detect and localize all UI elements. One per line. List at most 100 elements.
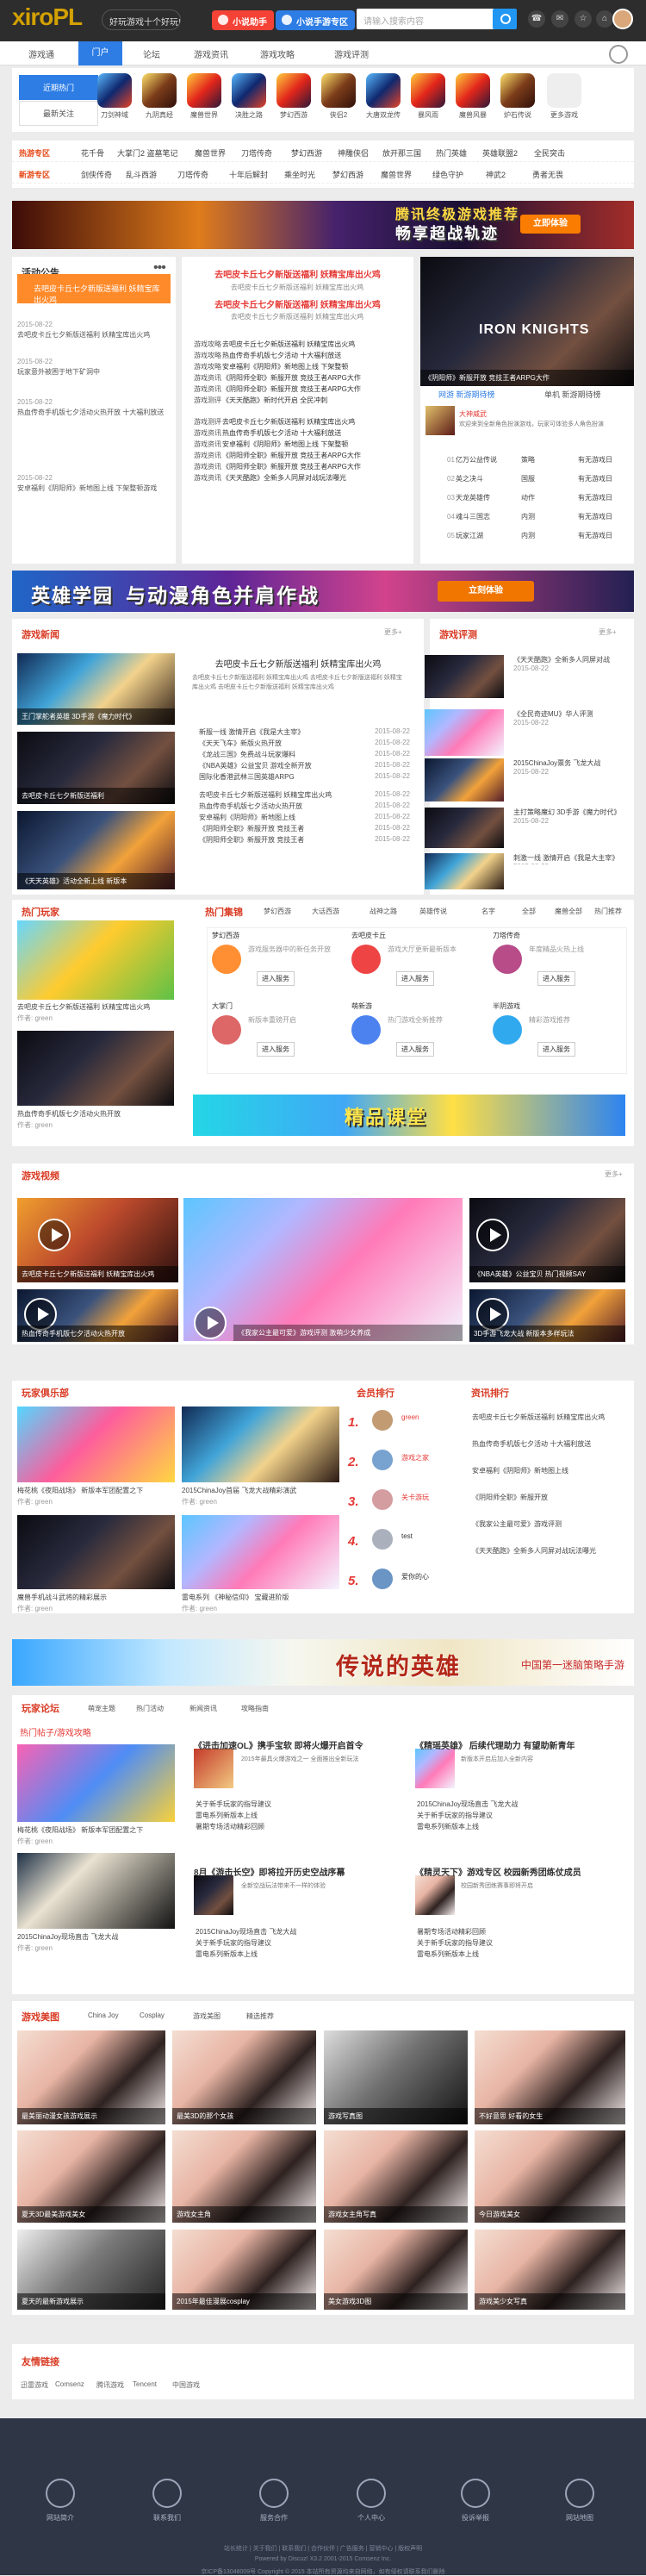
- news-row[interactable]: 《天天飞车》新版火热开放 2015-08-22: [199, 739, 410, 750]
- forum-row[interactable]: 关于新手玩家的指导建议: [417, 1811, 624, 1822]
- beauty-tab[interactable]: Cosplay: [140, 2012, 165, 2019]
- tag-link[interactable]: 乘坐时光: [284, 169, 315, 180]
- news-row[interactable]: 《阴阳师全职》新服开放 竞技王者 2015-08-22: [199, 835, 410, 846]
- collection-card[interactable]: 半阴游戏 精彩游戏推荐 进入服务: [493, 1001, 622, 1063]
- game-icon-7[interactable]: 大唐双龙传: [365, 73, 401, 119]
- forum-image-text[interactable]: 梅花桃《夜阳战场》 新版本军团配置之下 作者: green: [17, 1825, 181, 1848]
- forum-tab[interactable]: 热门活动: [136, 1704, 164, 1713]
- forum-post-title[interactable]: 8月《游击长空》即将拉开历史空战序幕: [194, 1865, 406, 1878]
- footer-report[interactable]: 投诉举报: [441, 2479, 510, 2523]
- news-row[interactable]: 《龙战三国》免费战斗玩家爆料 2015-08-22: [199, 750, 410, 761]
- nav-game-news[interactable]: 游戏资讯: [194, 47, 228, 60]
- forum-tab[interactable]: 萌宠主题: [88, 1704, 115, 1713]
- nav-home[interactable]: 游戏通: [28, 47, 54, 60]
- collection-tab[interactable]: 英雄传说: [419, 907, 447, 916]
- rank-row[interactable]: 01亿万公益传说 策略 有无游戏日: [447, 455, 619, 474]
- review-thumb[interactable]: [425, 758, 504, 801]
- forum-row[interactable]: 雷电系列新版本上线: [417, 1822, 624, 1833]
- play-icon[interactable]: [194, 1307, 227, 1339]
- footer-service[interactable]: 服务合作: [239, 2479, 308, 2523]
- footer-user-center[interactable]: 个人中心: [337, 2479, 406, 2523]
- news-ranking-item[interactable]: 《阴阳师全职》新服开放: [472, 1494, 627, 1520]
- footer-contact[interactable]: 联系我们: [133, 2479, 202, 2523]
- video-more[interactable]: 更多+: [605, 1169, 623, 1179]
- friend-link[interactable]: 腾讯游戏: [96, 2380, 124, 2390]
- forum-row[interactable]: 暑期专场活动精彩回顾: [417, 1927, 624, 1938]
- beauty-tab[interactable]: 精选推荐: [246, 2012, 274, 2021]
- tag-link[interactable]: 大掌门2 盗墓笔记: [117, 147, 178, 159]
- rank-hero-image[interactable]: IRON KNIGHTS 《阴阳师》新服开放 竞技王者ARPG大作: [420, 257, 634, 386]
- news-row[interactable]: 游戏攻略去吧皮卡丘七夕新版送福利 妖精宝库出火鸡: [194, 340, 406, 351]
- club-item[interactable]: 魔兽手机战斗武将的精彩展示 作者: green: [17, 1593, 172, 1615]
- tag-link[interactable]: 绿色守护: [432, 169, 463, 180]
- news-ranking-item[interactable]: 去吧皮卡丘七夕新版送福利 妖精宝库出火鸡: [472, 1413, 627, 1440]
- news-row[interactable]: 游戏测评去吧皮卡丘七夕新版送福利 妖精宝库出火鸡: [194, 417, 406, 428]
- tag-link[interactable]: 英雄联盟2: [482, 147, 518, 159]
- rank-row[interactable]: 04魂斗三国志 内测 有无游戏日: [447, 512, 619, 531]
- collection-tab[interactable]: 热门推荐: [594, 907, 622, 916]
- news-row[interactable]: 游戏攻略热血传奇手机版七夕活动 十大福利放送: [194, 351, 406, 362]
- forum-post-title[interactable]: 《进击加速OL》携手宝软 即将火爆开启首令: [194, 1738, 406, 1751]
- news-row[interactable]: 游戏攻略安卓福利《阴阳师》新地图上线 下架整顿: [194, 362, 406, 373]
- forum-post-title[interactable]: 《精瑶英雄》 后续代理助力 有望助新青年: [415, 1738, 626, 1751]
- footer-sitemap[interactable]: 网站地图: [545, 2479, 614, 2523]
- news-ranking-item[interactable]: 安卓福利《阴阳师》新地图上线: [472, 1467, 627, 1494]
- news-row[interactable]: 游戏资讯安卓福利《阴阳师》新地图上线 下架整顿: [194, 440, 406, 451]
- featured-game-avatar[interactable]: [425, 406, 455, 435]
- forum-row[interactable]: 关于新手玩家的指导建议: [196, 1799, 402, 1811]
- news-ranking-item[interactable]: 《我家公主最可爱》游戏评测: [472, 1520, 627, 1547]
- beauty-photo[interactable]: 游戏女主角: [172, 2130, 316, 2223]
- news-row[interactable]: 游戏测评《天天酷跑》新时代开启 全民冲刺: [194, 396, 406, 407]
- news-row[interactable]: 游戏资讯《天天酷跑》全新多人同屏对战玩法曝光: [194, 473, 406, 484]
- tag-link[interactable]: 全民突击: [534, 147, 565, 159]
- featured-game-title[interactable]: 大神威武: [459, 409, 487, 419]
- activity-item[interactable]: 2015-08-22 去吧皮卡丘七夕新版送福利 妖精宝库出火鸡: [17, 321, 171, 340]
- review-thumb[interactable]: [425, 655, 504, 698]
- play-icon[interactable]: [476, 1219, 509, 1251]
- mobile-game-button[interactable]: 小说助手: [212, 10, 274, 30]
- friend-link[interactable]: Tencent: [133, 2380, 157, 2388]
- club-image[interactable]: [17, 1407, 175, 1482]
- forum-image[interactable]: [17, 1744, 175, 1822]
- tag-link[interactable]: 神雕侠侣: [338, 147, 369, 159]
- hot-tab-recent[interactable]: 近期热门: [19, 75, 98, 100]
- rank-row[interactable]: 05玩家江湖 内测 有无游戏日: [447, 531, 619, 550]
- forum-thumb[interactable]: [194, 1875, 233, 1915]
- reviews-more[interactable]: 更多+: [599, 627, 617, 637]
- news-image-3[interactable]: 《天天英雄》活动全新上线 新版本: [17, 811, 175, 889]
- member-rank-item[interactable]: 1. green: [348, 1410, 443, 1438]
- rank-row[interactable]: 02英之决斗 国服 有无游戏日: [447, 474, 619, 493]
- forum-thumb[interactable]: [194, 1749, 233, 1788]
- beauty-tab[interactable]: China Joy: [88, 2012, 119, 2019]
- tag-link[interactable]: 梦幻西游: [291, 147, 322, 159]
- club-item[interactable]: 梅花桃《夜阳战场》 新版本军团配置之下 作者: green: [17, 1486, 172, 1508]
- nav-reviews[interactable]: 游戏评测: [334, 47, 369, 60]
- star-icon[interactable]: ☆: [575, 10, 592, 28]
- collection-tab[interactable]: 名字: [481, 907, 495, 916]
- tag-link[interactable]: 刀塔传奇: [177, 169, 208, 180]
- game-icon-6[interactable]: 侠侣2: [320, 73, 357, 119]
- game-news-center-title[interactable]: 去吧皮卡丘七夕新版送福利 妖精宝库出火鸡: [182, 657, 414, 670]
- forum-row[interactable]: 雷电系列新版本上线: [196, 1949, 402, 1961]
- mail-icon[interactable]: ✉: [551, 10, 568, 28]
- beauty-photo[interactable]: 游戏美少女写真: [475, 2230, 625, 2310]
- news-row[interactable]: 游戏资讯热血传奇手机版七夕活动 十大福利放送: [194, 428, 406, 440]
- settings-gear-icon[interactable]: [609, 45, 628, 64]
- member-rank-item[interactable]: 4. test: [348, 1529, 443, 1556]
- activity-notice[interactable]: 去吧皮卡丘七夕新版送福利 妖精宝库出火鸡: [17, 274, 171, 304]
- beauty-photo[interactable]: 2015年最佳漫展cosplay: [172, 2230, 316, 2310]
- news-row[interactable]: 游戏资讯《阴阳师全职》新服开放 竞技王者ARPG大作: [194, 462, 406, 473]
- rank-tab-single[interactable]: 单机 新游期待榜: [544, 389, 601, 400]
- tag-link[interactable]: 乱斗西游: [126, 169, 157, 180]
- tag-link[interactable]: 梦幻西游: [332, 169, 363, 180]
- rank-tab-online[interactable]: 网游 新游期待榜: [438, 389, 495, 400]
- beauty-photo[interactable]: 游戏女主角写真: [324, 2130, 468, 2223]
- review-thumb[interactable]: [425, 709, 504, 756]
- player-image[interactable]: [17, 920, 174, 1000]
- phone-icon[interactable]: ☎: [528, 10, 545, 28]
- news-row[interactable]: 《阴阳师全职》新服开放 竞技王者 2015-08-22: [199, 824, 410, 835]
- club-image[interactable]: [182, 1407, 339, 1482]
- class-banner[interactable]: 精品课堂: [193, 1095, 625, 1136]
- news-row[interactable]: 热血传奇手机版七夕活动火热开放 2015-08-22: [199, 801, 410, 813]
- video-card[interactable]: 3D手游飞龙大战 新版本多样玩法: [469, 1289, 625, 1342]
